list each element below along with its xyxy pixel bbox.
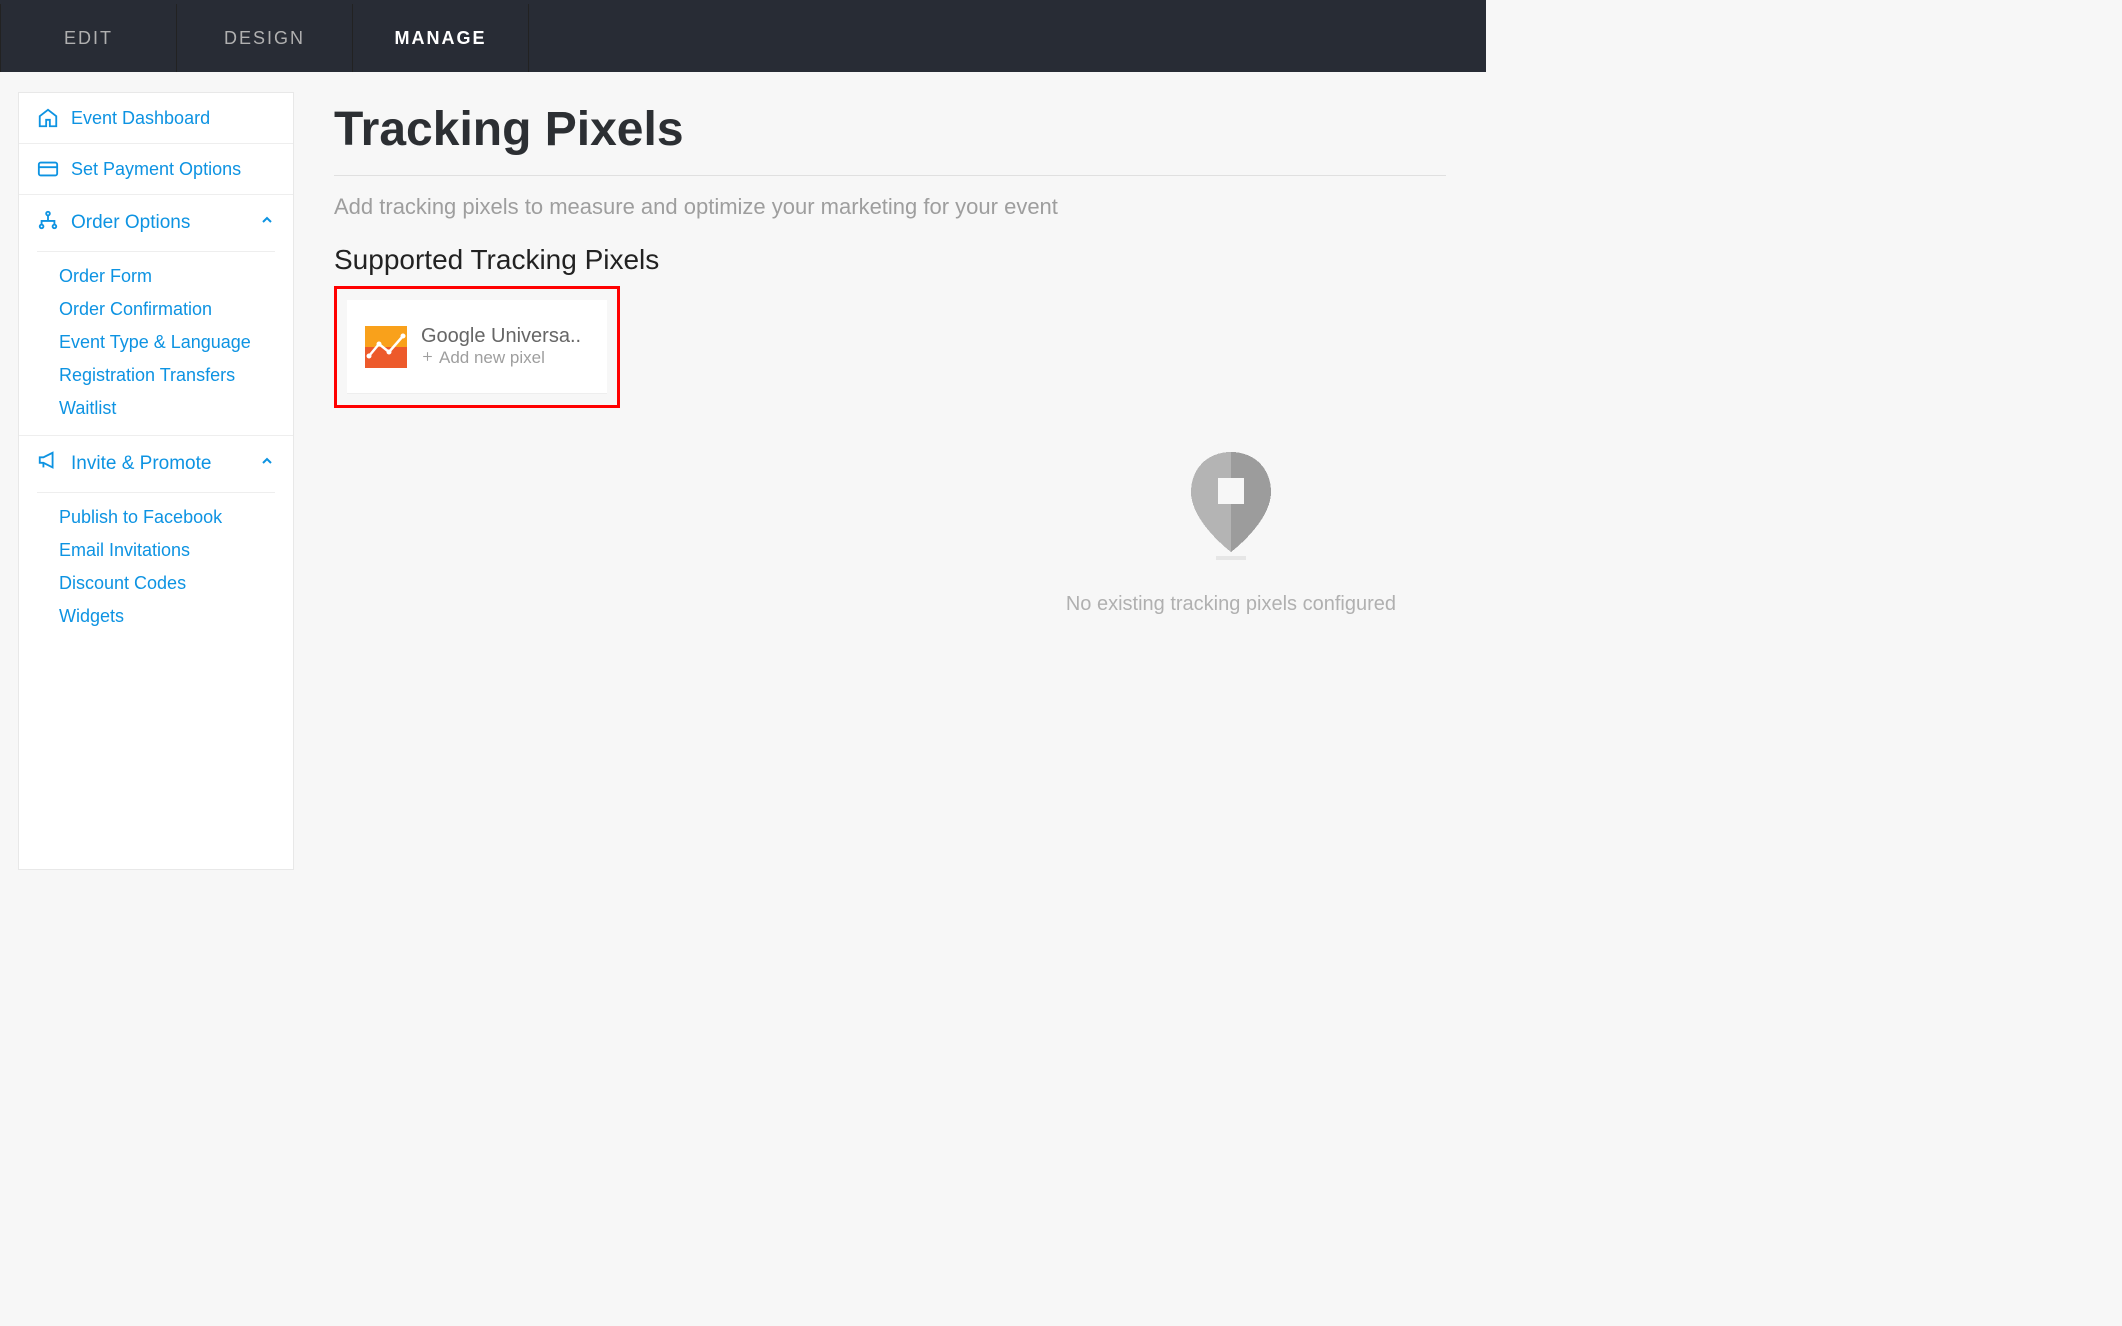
hierarchy-icon	[37, 209, 59, 237]
sidebar-item-order-form[interactable]: Order Form	[19, 260, 293, 293]
megaphone-icon	[37, 450, 59, 478]
sidebar-item-order-confirmation[interactable]: Order Confirmation	[19, 293, 293, 326]
add-new-pixel-label: Add new pixel	[439, 348, 545, 368]
sidebar-item-email-invitations[interactable]: Email Invitations	[19, 534, 293, 567]
sidebar-section-invite-promote: Invite & Promote Publish to Facebook Ema…	[19, 436, 293, 643]
google-analytics-icon	[365, 326, 407, 368]
chevron-up-icon	[259, 453, 275, 475]
sidebar-item-event-dashboard[interactable]: Event Dashboard	[19, 93, 293, 144]
sidebar-item-label: Event Dashboard	[71, 108, 210, 129]
highlighted-region: Google Universa.. Add new pixel	[334, 286, 620, 408]
pixel-card-name: Google Universa..	[421, 325, 581, 348]
plus-icon	[421, 348, 434, 368]
divider	[37, 492, 275, 493]
pixel-card-google-analytics[interactable]: Google Universa.. Add new pixel	[347, 300, 607, 394]
add-new-pixel-link[interactable]: Add new pixel	[421, 348, 581, 368]
credit-card-icon	[37, 158, 59, 180]
chevron-up-icon	[259, 212, 275, 234]
sidebar: Event Dashboard Set Payment Options Orde…	[18, 92, 294, 870]
empty-state: No existing tracking pixels configured	[1066, 452, 1396, 616]
sidebar-item-widgets[interactable]: Widgets	[19, 600, 293, 633]
section-heading-supported: Supported Tracking Pixels	[334, 244, 1446, 276]
sidebar-item-event-type-language[interactable]: Event Type & Language	[19, 326, 293, 359]
sidebar-item-set-payment-options[interactable]: Set Payment Options	[19, 144, 293, 195]
tab-design[interactable]: DESIGN	[176, 4, 352, 72]
main-content: Tracking Pixels Add tracking pixels to m…	[294, 72, 1486, 870]
sidebar-section-label: Order Options	[71, 212, 190, 234]
empty-state-message: No existing tracking pixels configured	[1066, 593, 1396, 616]
page-subtitle: Add tracking pixels to measure and optim…	[334, 194, 1446, 220]
home-icon	[37, 107, 59, 129]
sidebar-section-header-order-options[interactable]: Order Options	[19, 195, 293, 251]
tab-manage[interactable]: MANAGE	[352, 4, 528, 72]
sidebar-section-label: Invite & Promote	[71, 453, 211, 475]
page-title: Tracking Pixels	[334, 102, 1446, 176]
divider	[37, 251, 275, 252]
tab-edit[interactable]: EDIT	[0, 4, 176, 72]
map-pin-icon	[1186, 452, 1276, 567]
sidebar-item-registration-transfers[interactable]: Registration Transfers	[19, 359, 293, 392]
sidebar-section-header-invite-promote[interactable]: Invite & Promote	[19, 436, 293, 492]
sidebar-item-waitlist[interactable]: Waitlist	[19, 392, 293, 425]
sidebar-item-label: Set Payment Options	[71, 159, 241, 180]
sidebar-section-order-options: Order Options Order Form Order Confirmat…	[19, 195, 293, 436]
nav-tabs: EDIT DESIGN MANAGE	[0, 4, 1486, 72]
sidebar-item-publish-facebook[interactable]: Publish to Facebook	[19, 501, 293, 534]
sidebar-item-discount-codes[interactable]: Discount Codes	[19, 567, 293, 600]
nav-remainder	[528, 4, 1486, 72]
